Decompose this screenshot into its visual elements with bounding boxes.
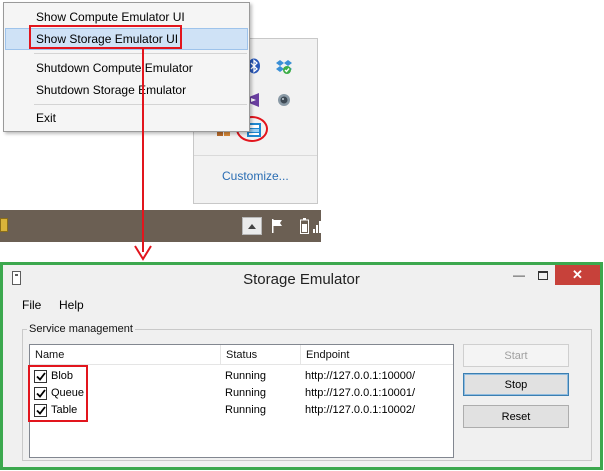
service-endpoint: http://127.0.0.1:10000/ [305, 370, 416, 382]
service-endpoint: http://127.0.0.1:10001/ [305, 387, 416, 399]
start-button[interactable]: Start [463, 344, 569, 367]
stop-button[interactable]: Stop [463, 373, 569, 396]
taskbar-app-icon[interactable] [0, 218, 8, 232]
customize-link[interactable]: Customize... [222, 169, 289, 183]
arrow-head-icon [134, 245, 152, 261]
flyout-divider [194, 155, 317, 156]
menu-item-shutdown-storage-emulator[interactable]: Shutdown Storage Emulator [5, 79, 248, 101]
column-header-endpoint[interactable]: Endpoint [300, 345, 454, 365]
service-status: Running [225, 370, 266, 382]
table-row[interactable]: Queue Running http://127.0.0.1:10001/ [30, 385, 453, 402]
menu-bar: File Help [3, 295, 600, 315]
services-list[interactable]: Name Status Endpoint Blob Running http:/… [29, 344, 454, 458]
column-header-name[interactable]: Name [30, 345, 220, 365]
service-status: Running [225, 404, 266, 416]
action-center-flag-icon[interactable] [271, 219, 283, 236]
network-icon[interactable] [312, 218, 321, 237]
webcam-icon[interactable] [276, 92, 292, 108]
reset-button[interactable]: Reset [463, 405, 569, 428]
arrow-connector [142, 49, 144, 252]
service-status: Running [225, 387, 266, 399]
table-row[interactable]: Table Running http://127.0.0.1:10002/ [30, 402, 453, 419]
tray-context-menu: Show Compute Emulator UI Show Storage Em… [3, 2, 250, 132]
list-header: Name Status Endpoint [30, 345, 453, 365]
checkbox-highlight-box [28, 365, 88, 422]
service-endpoint: http://127.0.0.1:10002/ [305, 404, 416, 416]
group-title: Service management [27, 323, 135, 335]
close-icon[interactable]: ✕ [555, 265, 600, 285]
minimize-icon[interactable]: — [507, 265, 531, 285]
show-hidden-icons-chevron[interactable] [242, 217, 262, 235]
storage-emulator-window: Storage Emulator — ✕ File Help Service m… [0, 262, 603, 470]
menu-item-highlight-box [29, 25, 182, 49]
dropbox-icon[interactable] [276, 58, 292, 74]
maximize-icon[interactable] [531, 265, 555, 285]
column-header-status[interactable]: Status [220, 345, 300, 365]
title-bar[interactable]: Storage Emulator — ✕ [3, 265, 600, 294]
battery-icon[interactable] [300, 218, 309, 237]
menu-item-exit[interactable]: Exit [5, 107, 248, 129]
table-row[interactable]: Blob Running http://127.0.0.1:10000/ [30, 368, 453, 385]
menu-file[interactable]: File [22, 298, 41, 312]
menu-item-shutdown-compute-emulator[interactable]: Shutdown Compute Emulator [5, 57, 248, 79]
menu-help[interactable]: Help [59, 298, 84, 312]
menu-separator [34, 53, 247, 54]
taskbar [0, 210, 321, 242]
menu-separator [34, 104, 247, 105]
